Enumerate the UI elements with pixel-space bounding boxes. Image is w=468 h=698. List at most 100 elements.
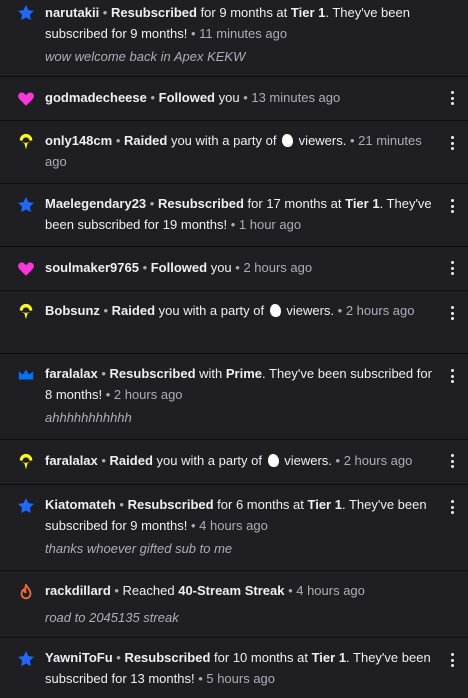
event-detail: for 9 months at [196, 5, 291, 20]
separator: • [231, 260, 244, 275]
more-options-button[interactable] [449, 452, 455, 470]
star-icon [17, 4, 35, 22]
more-options-button[interactable] [449, 197, 455, 215]
username-link[interactable]: soulmaker9765 [45, 260, 139, 275]
prime-label: Prime [225, 366, 263, 381]
username-link[interactable]: narutakii [45, 5, 99, 20]
timestamp: 11 minutes ago [199, 25, 288, 41]
separator: • [112, 650, 125, 665]
username-link[interactable]: faralalax [45, 366, 98, 381]
separator: • [239, 90, 252, 105]
separator: • [110, 583, 123, 598]
activity-feed: narutakii • Resubscribed for 9 months at… [0, 0, 468, 698]
activity-item: rackdillard • Reached 40-Stream Streak •… [0, 571, 468, 638]
flame-icon [17, 583, 35, 601]
event-detail: for 10 months at [210, 650, 312, 665]
event-type: Raided [111, 303, 156, 318]
more-options-button[interactable] [449, 259, 455, 277]
activity-item: YawniToFu • Resubscribed for 10 months a… [0, 638, 468, 698]
activity-item: narutakii • Resubscribed for 9 months at… [0, 0, 468, 77]
username-link[interactable]: Kiatomateh [45, 497, 116, 512]
event-type: Reached [122, 583, 175, 598]
activity-item: Maelegendary23 • Resubscribed for 17 mon… [0, 184, 468, 247]
star-icon [17, 650, 35, 668]
separator: • [331, 453, 344, 468]
tier-label: Tier 1 [290, 5, 326, 20]
redacted-count [267, 454, 279, 467]
separator: • [187, 517, 200, 533]
username-link[interactable]: YawniToFu [45, 650, 113, 665]
event-type: Resubscribed [127, 497, 214, 512]
event-detail: you with a party of [167, 133, 281, 148]
streak-message: road to 2045135 streak [45, 609, 179, 625]
raid-icon [17, 303, 35, 321]
separator: • [102, 386, 114, 402]
separator: • [194, 670, 207, 686]
activity-item: godmadecheese • Followed you • 13 minute… [0, 77, 468, 121]
timestamp: 2 hours ago [113, 386, 183, 402]
event-type: Followed [158, 90, 215, 105]
username-link[interactable]: godmadecheese [45, 90, 147, 105]
activity-text: Kiatomateh • Resubscribed for 6 months a… [45, 495, 434, 536]
sub-message: wow welcome back in Apex KEKW [45, 49, 246, 64]
username-link[interactable]: Bobsunz [45, 303, 100, 318]
separator: • [227, 216, 239, 232]
activity-item: only148cm • Raided you with a party of v… [0, 121, 468, 184]
timestamp: 13 minutes ago [251, 90, 341, 105]
separator: • [334, 303, 346, 318]
redacted-count [282, 134, 294, 147]
tier-label: Tier 1 [345, 196, 380, 211]
activity-text: rackdillard • Reached 40-Stream Streak •… [45, 581, 434, 602]
separator: • [146, 196, 158, 211]
redacted-count [269, 304, 281, 317]
event-detail: for 17 months at [243, 196, 346, 211]
username-link[interactable]: only148cm [45, 133, 112, 148]
activity-item: faralalax • Resubscribed with Prime. The… [0, 354, 468, 440]
username-link[interactable]: Maelegendary23 [45, 196, 146, 211]
activity-item: Kiatomateh • Resubscribed for 6 months a… [0, 485, 468, 571]
more-options-button[interactable] [449, 498, 455, 516]
event-detail-suffix: viewers. [295, 133, 347, 148]
event-type: Resubscribed [157, 196, 244, 211]
event-type: Resubscribed [109, 366, 196, 381]
separator: • [138, 260, 151, 275]
event-detail: you [207, 260, 232, 275]
separator: • [115, 497, 128, 512]
timestamp: 2 hours ago [345, 303, 415, 318]
event-type: Followed [150, 260, 208, 275]
sub-message: thanks whoever gifted sub to me [45, 541, 233, 556]
activity-item: faralalax • Raided you with a party of v… [0, 440, 468, 485]
separator: • [97, 366, 110, 381]
event-detail-suffix: viewers. [282, 303, 335, 318]
more-options-button[interactable] [449, 134, 455, 152]
event-detail: you with a party of [152, 453, 266, 468]
sub-message: ahhhhhhhhhhh [45, 410, 132, 425]
event-type: Resubscribed [124, 650, 211, 665]
crown-icon [17, 366, 35, 384]
event-detail: you [215, 90, 240, 105]
activity-text: faralalax • Resubscribed with Prime. The… [45, 364, 434, 405]
heart-icon [17, 90, 35, 108]
event-detail-suffix: viewers. [280, 453, 332, 468]
separator: • [99, 5, 111, 20]
separator: • [97, 453, 110, 468]
more-options-button[interactable] [449, 651, 455, 669]
more-options-button[interactable] [449, 367, 455, 385]
timestamp: 5 hours ago [206, 670, 276, 686]
heart-icon [17, 260, 35, 278]
activity-item: soulmaker9765 • Followed you • 2 hours a… [0, 247, 468, 291]
more-options-button[interactable] [449, 304, 455, 322]
username-link[interactable]: rackdillard [45, 583, 111, 598]
more-options-button[interactable] [449, 89, 455, 107]
username-link[interactable]: faralalax [45, 453, 98, 468]
streak-label: 40-Stream Streak [178, 583, 285, 598]
raid-icon [17, 133, 35, 151]
activity-text: narutakii • Resubscribed for 9 months at… [45, 3, 434, 44]
event-type: Raided [109, 453, 153, 468]
tier-label: Tier 1 [307, 497, 342, 512]
event-detail: you with a party of [155, 303, 268, 318]
separator: • [284, 583, 297, 598]
activity-item: Bobsunz • Raided you with a party of vie… [0, 291, 468, 354]
timestamp: 2 hours ago [343, 453, 413, 468]
separator: • [346, 133, 359, 148]
